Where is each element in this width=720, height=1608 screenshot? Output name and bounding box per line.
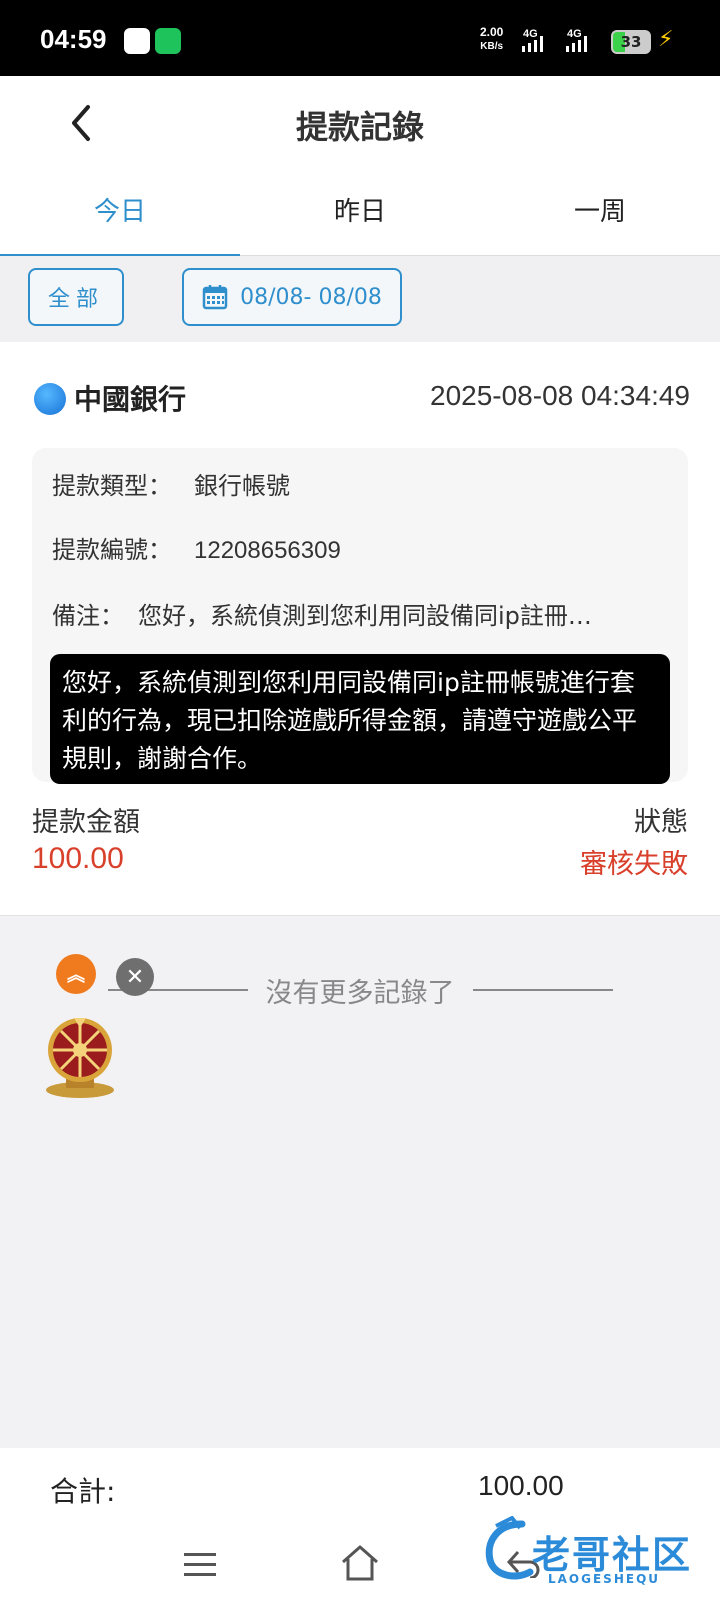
record-datetime: 2025-08-08 04:34:49 <box>430 380 690 411</box>
qq-icon <box>124 28 150 54</box>
amount-label: 提款金額 <box>32 807 140 838</box>
date-range-button[interactable]: 08/08- 08/08 <box>182 268 402 326</box>
lucky-wheel-icon[interactable] <box>44 1016 116 1100</box>
bank-logo-icon <box>34 383 66 415</box>
menu-icon[interactable] <box>184 1552 216 1578</box>
note-row[interactable]: 備注： 您好，系統偵測到您利用同設備同ip註冊… <box>52 596 592 631</box>
list-end-text: 沒有更多記錄了 <box>265 977 455 1009</box>
withdrawal-type-label: 提款類型： <box>52 472 172 500</box>
withdrawal-record[interactable]: 中國銀行 2025-08-08 04:34:49 提款類型： 銀行帳號 提款編號：… <box>0 342 720 916</box>
date-range-label: 08/08- 08/08 <box>240 284 382 310</box>
bank-name: 中國銀行 <box>74 383 187 416</box>
list-end-indicator: 沒有更多記錄了 <box>90 970 630 1010</box>
close-icon[interactable]: ✕ <box>116 958 154 996</box>
home-icon[interactable] <box>340 1544 380 1582</box>
tab-yesterday[interactable]: 昨日 <box>240 172 480 255</box>
watermark-text: 老哥社区 <box>532 1533 693 1577</box>
signal-icon-2 <box>566 36 587 52</box>
tab-today[interactable]: 今日 <box>0 172 240 257</box>
record-details: 提款類型： 銀行帳號 提款編號： 12208656309 備注： 您好，系統偵測到您利… <box>32 448 688 784</box>
amount-value: 100.00 <box>32 842 124 875</box>
status-bar: 04:59 2.00 KB/s 4G 4G 33 ⚡ <box>0 0 720 76</box>
tab-week[interactable]: 一周 <box>480 172 720 255</box>
watermark-subtext: LAOGESHEQU <box>548 1572 661 1586</box>
divider <box>472 989 613 991</box>
expand-up-icon[interactable]: ︽ <box>56 954 96 994</box>
status-badge: 審核失敗 <box>580 849 688 880</box>
filter-all-button[interactable]: 全部 <box>28 268 124 326</box>
wechat-icon <box>155 28 181 54</box>
note-label: 備注： <box>52 602 124 630</box>
footer: 合計: 100.00 老哥社区 LAOGESHEQU <box>0 1448 720 1608</box>
withdrawal-type-value: 銀行帳號 <box>194 472 290 500</box>
withdrawal-id-label: 提款編號： <box>52 536 172 564</box>
withdrawal-id-value: 12208656309 <box>194 537 341 564</box>
battery-icon: 33 <box>611 30 651 54</box>
charging-icon: ⚡ <box>658 27 674 52</box>
network-speed-unit: KB/s <box>480 41 504 52</box>
network-speed: 2.00 KB/s <box>480 26 503 53</box>
withdrawal-type-row: 提款類型： 銀行帳號 <box>52 466 290 501</box>
total-label: 合計: <box>50 1475 116 1508</box>
note-preview: 您好，系統偵測到您利用同設備同ip註冊… <box>138 602 592 630</box>
signal-icon <box>522 36 543 52</box>
page-title: 提款記錄 <box>295 108 424 146</box>
withdrawal-id-row: 提款編號： 12208656309 <box>52 530 341 565</box>
status-label: 狀態 <box>634 807 688 838</box>
network-speed-value: 2.00 <box>480 25 504 39</box>
header: 提款記錄 <box>0 76 720 172</box>
watermark-logo: 老哥社区 LAOGESHEQU <box>482 1510 704 1592</box>
calendar-icon <box>202 285 228 310</box>
total-value: 100.00 <box>478 1470 564 1501</box>
record-header: 中國銀行 2025-08-08 04:34:49 <box>34 376 690 420</box>
filter-bar: 全部 08/08- 08/08 <box>0 256 720 342</box>
tab-bar: 今日 昨日 一周 <box>0 172 720 257</box>
note-tooltip: 您好，系統偵測到您利用同設備同ip註冊帳號進行套利的行為，現已扣除遊戲所得金額，… <box>50 654 670 784</box>
status-time: 04:59 <box>40 24 107 54</box>
